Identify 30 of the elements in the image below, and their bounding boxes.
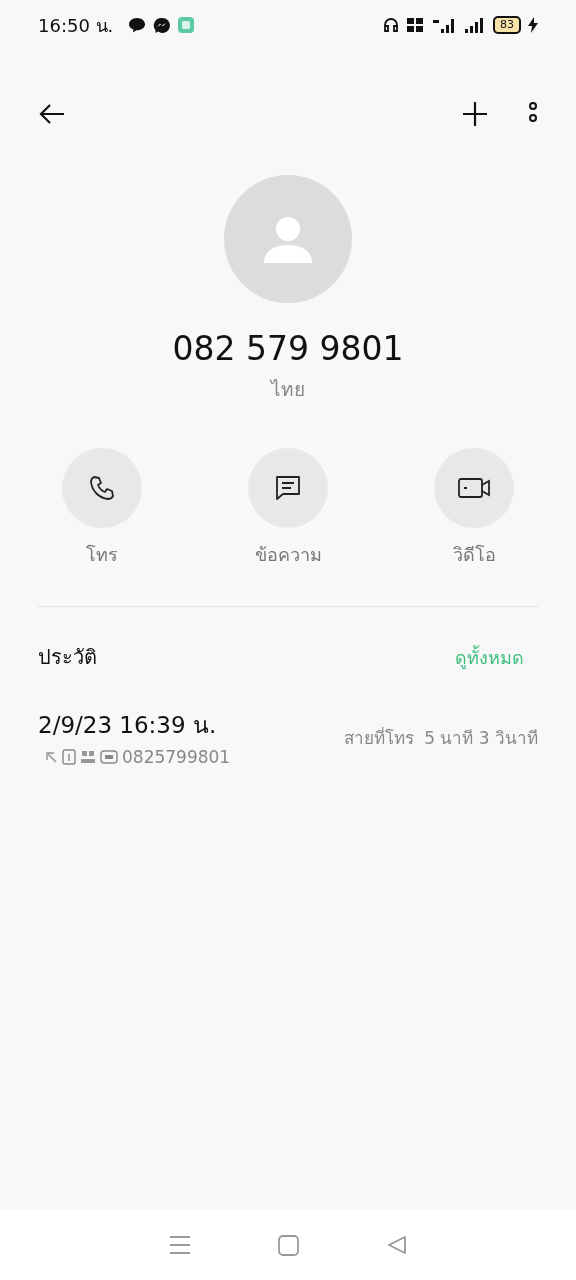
battery-level: 83: [493, 16, 521, 34]
message-icon: [274, 474, 302, 502]
charging-icon: [528, 17, 538, 33]
video-camera-icon: [457, 475, 491, 501]
view-all-link[interactable]: ดูทั้งหมด: [455, 642, 524, 672]
call-type: สายที่โทร: [344, 725, 415, 750]
back-icon[interactable]: [38, 102, 66, 126]
phone-icon: [88, 474, 116, 502]
headphones-icon: [383, 17, 399, 33]
home-icon[interactable]: [278, 1234, 300, 1256]
menu-icon[interactable]: [168, 1235, 191, 1255]
history-title: ประวัติ: [38, 644, 97, 671]
status-time: 16:50 น.: [38, 13, 114, 38]
outgoing-arrow-icon: [44, 750, 58, 764]
hd-icon: [100, 750, 118, 764]
add-icon[interactable]: [462, 101, 488, 127]
call-duration: 5 นาที 3 วินาที: [424, 726, 538, 750]
signal-icon: [431, 16, 457, 34]
sim-icon: [62, 749, 76, 765]
contact-number: 082 579 9801: [172, 329, 404, 368]
contact-location: ไทย: [271, 377, 305, 402]
chat-bubble-icon: [128, 16, 147, 34]
signal-icon: [464, 16, 486, 34]
app-icon: [177, 16, 196, 34]
messenger-icon: [153, 16, 171, 34]
action-label: ข้อความ: [254, 543, 322, 567]
call-datetime: 2/9/23 16:39 น.: [38, 711, 218, 740]
call-number: 0825799801: [122, 747, 231, 767]
action-label: โทร: [86, 543, 118, 567]
action-label: วิดีโอ: [452, 543, 496, 567]
